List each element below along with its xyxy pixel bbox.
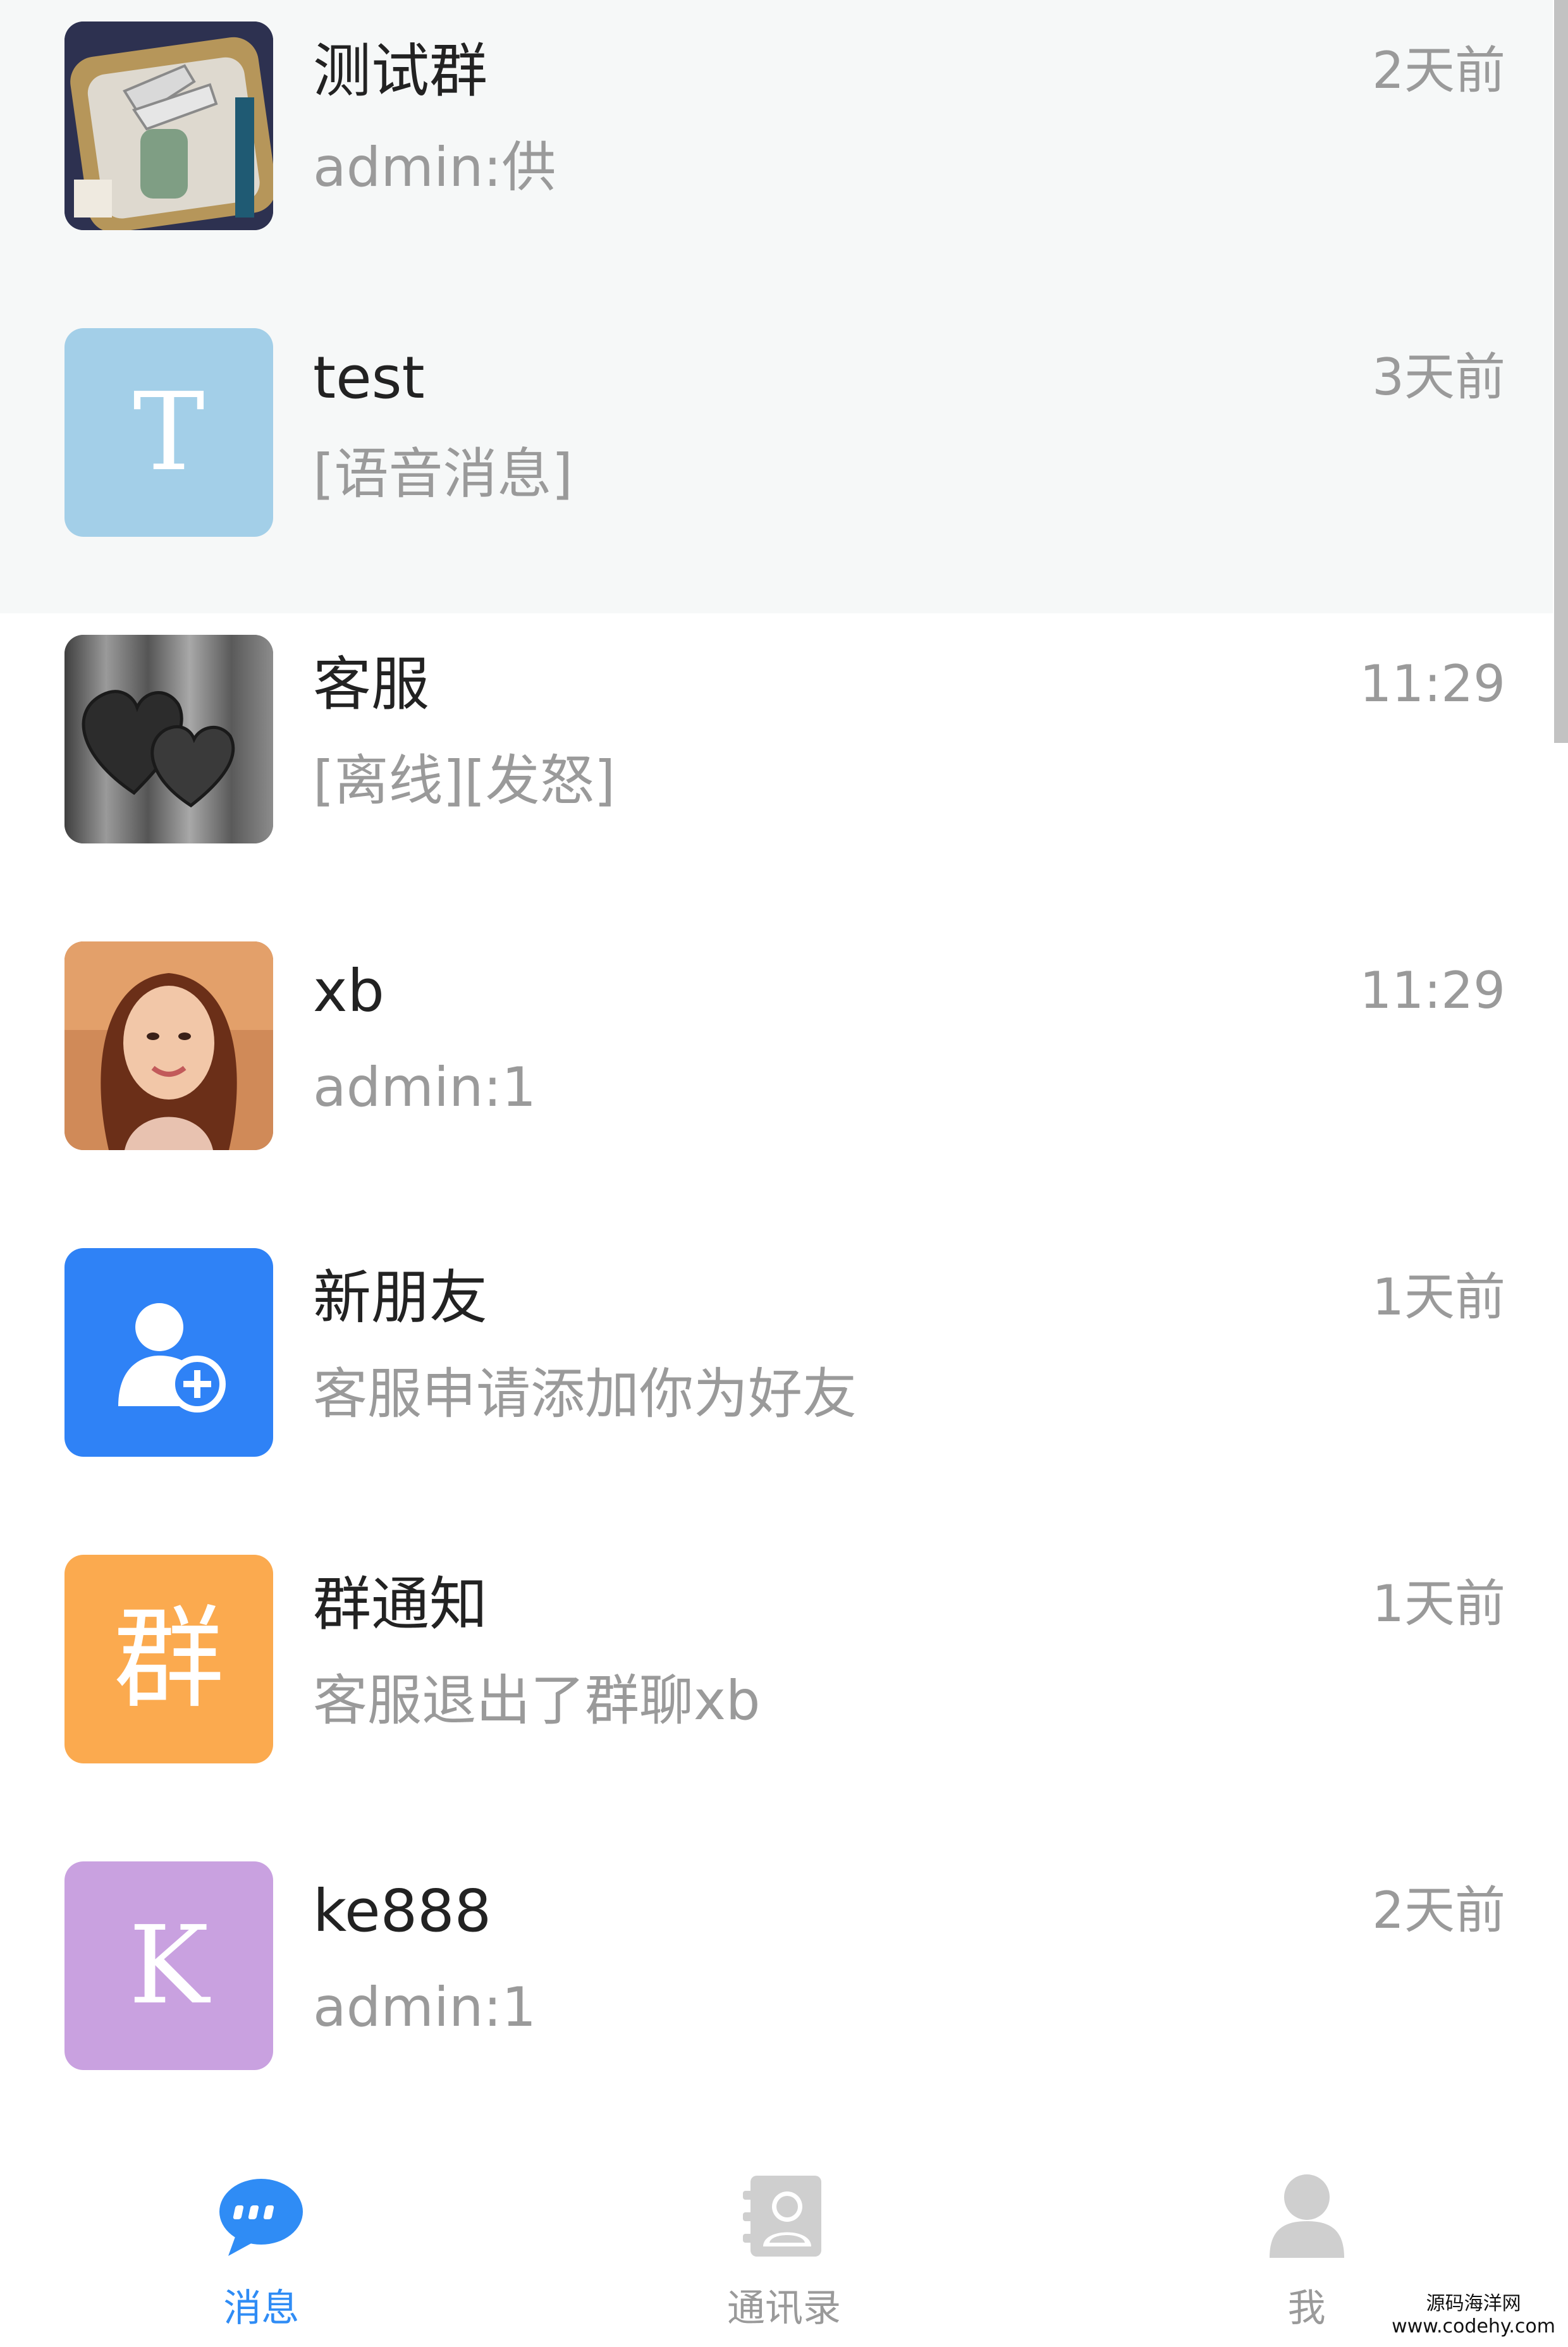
tab-label: 通讯录 — [727, 2286, 841, 2331]
conversation-row[interactable]: 新朋友 客服申请添加你为好友 1天前 — [0, 1227, 1553, 1533]
letter-avatar: T — [64, 328, 273, 537]
conversation-row[interactable]: T test [语音消息] 3天前 — [0, 307, 1553, 613]
conversation-name: test — [313, 344, 425, 412]
chat-app: 测试群 admin:供 2天前 T test [语音消息] 3天前 客服 [离线… — [0, 0, 1568, 2347]
avatar-letter: K — [128, 1903, 209, 2028]
conversation-row[interactable]: 群 群通知 客服退出了群聊xb 1天前 — [0, 1533, 1553, 1840]
conversation-time: 1天前 — [1372, 1574, 1505, 1633]
conversation-name: 测试群 — [313, 37, 488, 105]
conversation-row[interactable]: xb admin:1 11:29 — [0, 920, 1553, 1227]
conversation-time: 3天前 — [1372, 348, 1505, 407]
scrollbar[interactable] — [1553, 0, 1568, 2131]
portrait-icon — [64, 941, 273, 1150]
hearts-icon — [64, 635, 273, 843]
conversation-row[interactable]: 测试群 admin:供 2天前 — [0, 0, 1553, 307]
conversation-row[interactable]: 客服 [离线][发怒] 11:29 — [0, 613, 1553, 920]
contacts-icon — [737, 2169, 831, 2264]
bottom-tab-bar: 消息 通讯录 我 — [0, 2131, 1568, 2347]
conversation-time: 2天前 — [1372, 1881, 1505, 1940]
conversation-preview: admin:1 — [313, 1056, 537, 1119]
watermark-line: 源码海洋网 — [1426, 2293, 1521, 2315]
conversation-name: xb — [313, 957, 384, 1025]
conversation-preview: 客服申请添加你为好友 — [313, 1363, 857, 1426]
group-notice-avatar: 群 — [64, 1555, 273, 1763]
chat-bubble-icon — [214, 2169, 309, 2264]
user-avatar — [64, 941, 273, 1150]
avatar-letter: 群 — [113, 1595, 224, 1724]
conversation-name: 群通知 — [313, 1571, 488, 1638]
watermark: 源码海洋网 www.codehy.com — [1392, 2293, 1555, 2338]
add-friend-icon — [118, 1303, 226, 1412]
user-avatar — [64, 635, 273, 843]
conversation-preview: admin:1 — [313, 1976, 537, 2039]
watermark-line: www.codehy.com — [1392, 2315, 1555, 2338]
photo-icon — [64, 21, 273, 230]
conversation-preview: admin:供 — [313, 136, 556, 199]
tab-contacts[interactable]: 通讯录 — [523, 2131, 1046, 2347]
conversation-time: 11:29 — [1359, 961, 1505, 1020]
group-avatar — [64, 21, 273, 230]
new-friend-avatar — [64, 1248, 273, 1457]
letter-avatar: K — [64, 1861, 273, 2070]
conversation-row[interactable]: K ke888 admin:1 2天前 — [0, 1840, 1553, 2147]
tab-messages[interactable]: 消息 — [0, 2131, 523, 2347]
conversation-time: 1天前 — [1372, 1268, 1505, 1327]
conversation-name: ke888 — [313, 1877, 492, 1945]
conversation-time: 11:29 — [1359, 654, 1505, 713]
conversation-preview: 客服退出了群聊xb — [313, 1669, 761, 1732]
scrollbar-thumb[interactable] — [1554, 0, 1568, 743]
conversation-name: 新朋友 — [313, 1264, 488, 1332]
profile-icon — [1259, 2169, 1354, 2264]
conversation-time: 2天前 — [1372, 41, 1505, 100]
conversation-preview: [语音消息] — [313, 443, 573, 506]
tab-label: 消息 — [223, 2286, 300, 2331]
conversation-name: 客服 — [313, 651, 430, 718]
conversation-list: 测试群 admin:供 2天前 T test [语音消息] 3天前 客服 [离线… — [0, 0, 1553, 2147]
avatar-letter: T — [133, 370, 205, 495]
conversation-preview: [离线][发怒] — [313, 749, 616, 812]
tab-label: 我 — [1287, 2286, 1326, 2331]
